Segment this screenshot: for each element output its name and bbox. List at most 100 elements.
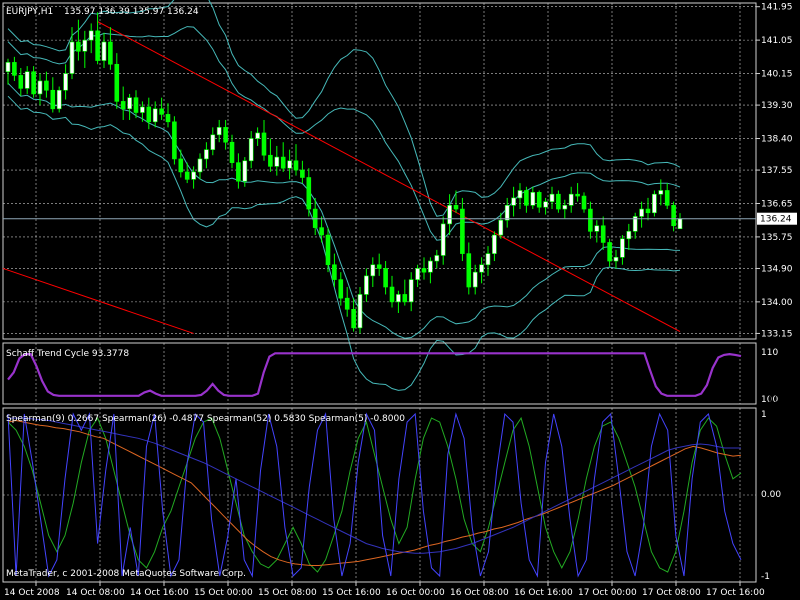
- candle-body-32: [210, 134, 216, 150]
- candle-body-8: [56, 89, 62, 110]
- candle-body-73: [472, 271, 478, 288]
- candle-body-63: [408, 279, 414, 303]
- price-tick-label-7: 135.75: [761, 233, 793, 243]
- candle-body-36: [236, 162, 241, 182]
- candle-body-82: [530, 192, 536, 206]
- candle-body-38: [248, 138, 254, 162]
- candle-body-40: [261, 132, 267, 156]
- candle-body-46: [300, 169, 305, 178]
- candle-body-97: [626, 231, 632, 240]
- candle-body-5: [37, 80, 43, 95]
- candle-body-4: [31, 71, 36, 95]
- candle-body-104: [671, 205, 676, 227]
- spearman-y-tick-minus1: -1: [761, 572, 770, 582]
- candle-body-34: [223, 127, 228, 143]
- main-pane-frame: [2, 2, 757, 340]
- price-axis: 141.95 141.05 140.15 139.30 138.40 137.55 136.…: [756, 3, 793, 339]
- candle-body-79: [511, 197, 516, 206]
- candle-body-55: [357, 294, 363, 329]
- candle-body-52: [338, 279, 344, 299]
- candle-body-69: [447, 205, 452, 225]
- candle-body-85: [549, 193, 555, 202]
- spearman-pane-title: Spearman(9) 0.2667 Spearman(26) -0.4877 …: [6, 414, 405, 424]
- candle-body-56: [364, 275, 369, 295]
- candle-body-61: [396, 294, 401, 303]
- candle-body-18: [120, 101, 126, 110]
- candle-body-105: [677, 218, 683, 230]
- candle-body-30: [197, 158, 203, 173]
- time-tick-label-3: 15 Oct 00:00: [194, 588, 253, 598]
- candle-body-41: [268, 154, 273, 167]
- candle-body-77: [498, 219, 504, 236]
- candle-body-0: [5, 62, 11, 72]
- time-tick-label-9: 17 Oct 00:00: [578, 588, 637, 598]
- candle-body-1: [12, 62, 17, 76]
- stc-line-0: [7, 352, 742, 397]
- candle-body-26: [172, 121, 177, 160]
- candle-body-58: [376, 264, 382, 269]
- candle-body-66: [428, 260, 433, 273]
- band-inner-lower: [7, 82, 681, 339]
- copyright: MetaTrader, c 2001-2008 MetaQuotes Softw…: [6, 569, 246, 579]
- main-pane: EURJPY,H1 135.97 136.39 135.97 136.24 14…: [2, 0, 797, 391]
- spearman-y-tick-0: 0.00: [761, 490, 781, 500]
- candle-body-68: [440, 223, 446, 256]
- candle-body-64: [415, 268, 420, 280]
- candle-body-7: [50, 89, 56, 110]
- candle-body-67: [434, 255, 440, 262]
- candle-body-15: [101, 41, 107, 61]
- candle-body-93: [600, 225, 606, 243]
- candle-body-100: [645, 208, 651, 214]
- candle-body-31: [204, 149, 209, 160]
- candle-body-96: [620, 238, 625, 258]
- price-tick-label-8: 134.90: [761, 264, 793, 274]
- candle-body-37: [242, 160, 248, 182]
- candle-body-95: [613, 257, 619, 262]
- candle-body-87: [562, 205, 568, 210]
- candle-body-57: [370, 264, 376, 277]
- candle-body-19: [127, 97, 132, 110]
- candle-body-62: [402, 294, 408, 303]
- candle-body-60: [389, 286, 395, 303]
- candle-body-74: [479, 264, 484, 273]
- candle-body-22: [146, 106, 152, 123]
- time-tick-label-11: 17 Oct 16:00: [706, 588, 765, 598]
- stc-pane-title: Schaff Trend Cycle 93.3778: [6, 349, 129, 359]
- candle-body-99: [639, 208, 644, 217]
- candle-body-54: [351, 308, 356, 329]
- candle-body-71: [460, 208, 465, 254]
- candle-body-86: [556, 193, 561, 210]
- candle-body-83: [536, 192, 542, 208]
- current-price-label: 136.24: [760, 215, 792, 225]
- price-tick-label-0: 141.95: [761, 3, 793, 13]
- chart-canvas[interactable]: EURJPY,H1 135.97 136.39 135.97 136.24 14…: [0, 0, 800, 600]
- candle-body-53: [344, 297, 350, 310]
- candle-body-59: [383, 268, 388, 288]
- price-tick-label-5: 137.55: [761, 166, 793, 176]
- candle-body-24: [159, 108, 164, 115]
- candle-body-3: [24, 71, 30, 89]
- candle-body-29: [191, 171, 196, 180]
- candle-body-44: [287, 160, 292, 169]
- candle-body-78: [504, 205, 510, 221]
- band-outer-lower: [7, 95, 681, 391]
- candle-body-14: [95, 30, 100, 61]
- stc-y-tick-110: 110: [761, 348, 778, 358]
- candle-body-13: [88, 30, 94, 41]
- candle-body-81: [524, 190, 529, 206]
- ohlc-values: 135.97 136.39 135.97 136.24: [64, 7, 199, 17]
- candle-body-103: [664, 190, 670, 206]
- stc-pane: Schaff Trend Cycle 93.3778 110 100 100: [2, 342, 785, 405]
- candle-body-43: [280, 156, 286, 169]
- candle-body-21: [140, 106, 145, 113]
- candle-body-42: [274, 156, 280, 167]
- candle-body-16: [108, 41, 113, 65]
- time-tick-label-2: 14 Oct 16:00: [130, 588, 189, 598]
- candle-body-75: [485, 253, 491, 266]
- price-tick-label-6: 136.65: [761, 199, 793, 209]
- candle-body-90: [581, 195, 587, 210]
- price-tick-label-2: 140.15: [761, 70, 793, 80]
- candle-body-17: [114, 63, 120, 102]
- stc-series: [7, 352, 742, 397]
- candle-body-11: [76, 41, 81, 52]
